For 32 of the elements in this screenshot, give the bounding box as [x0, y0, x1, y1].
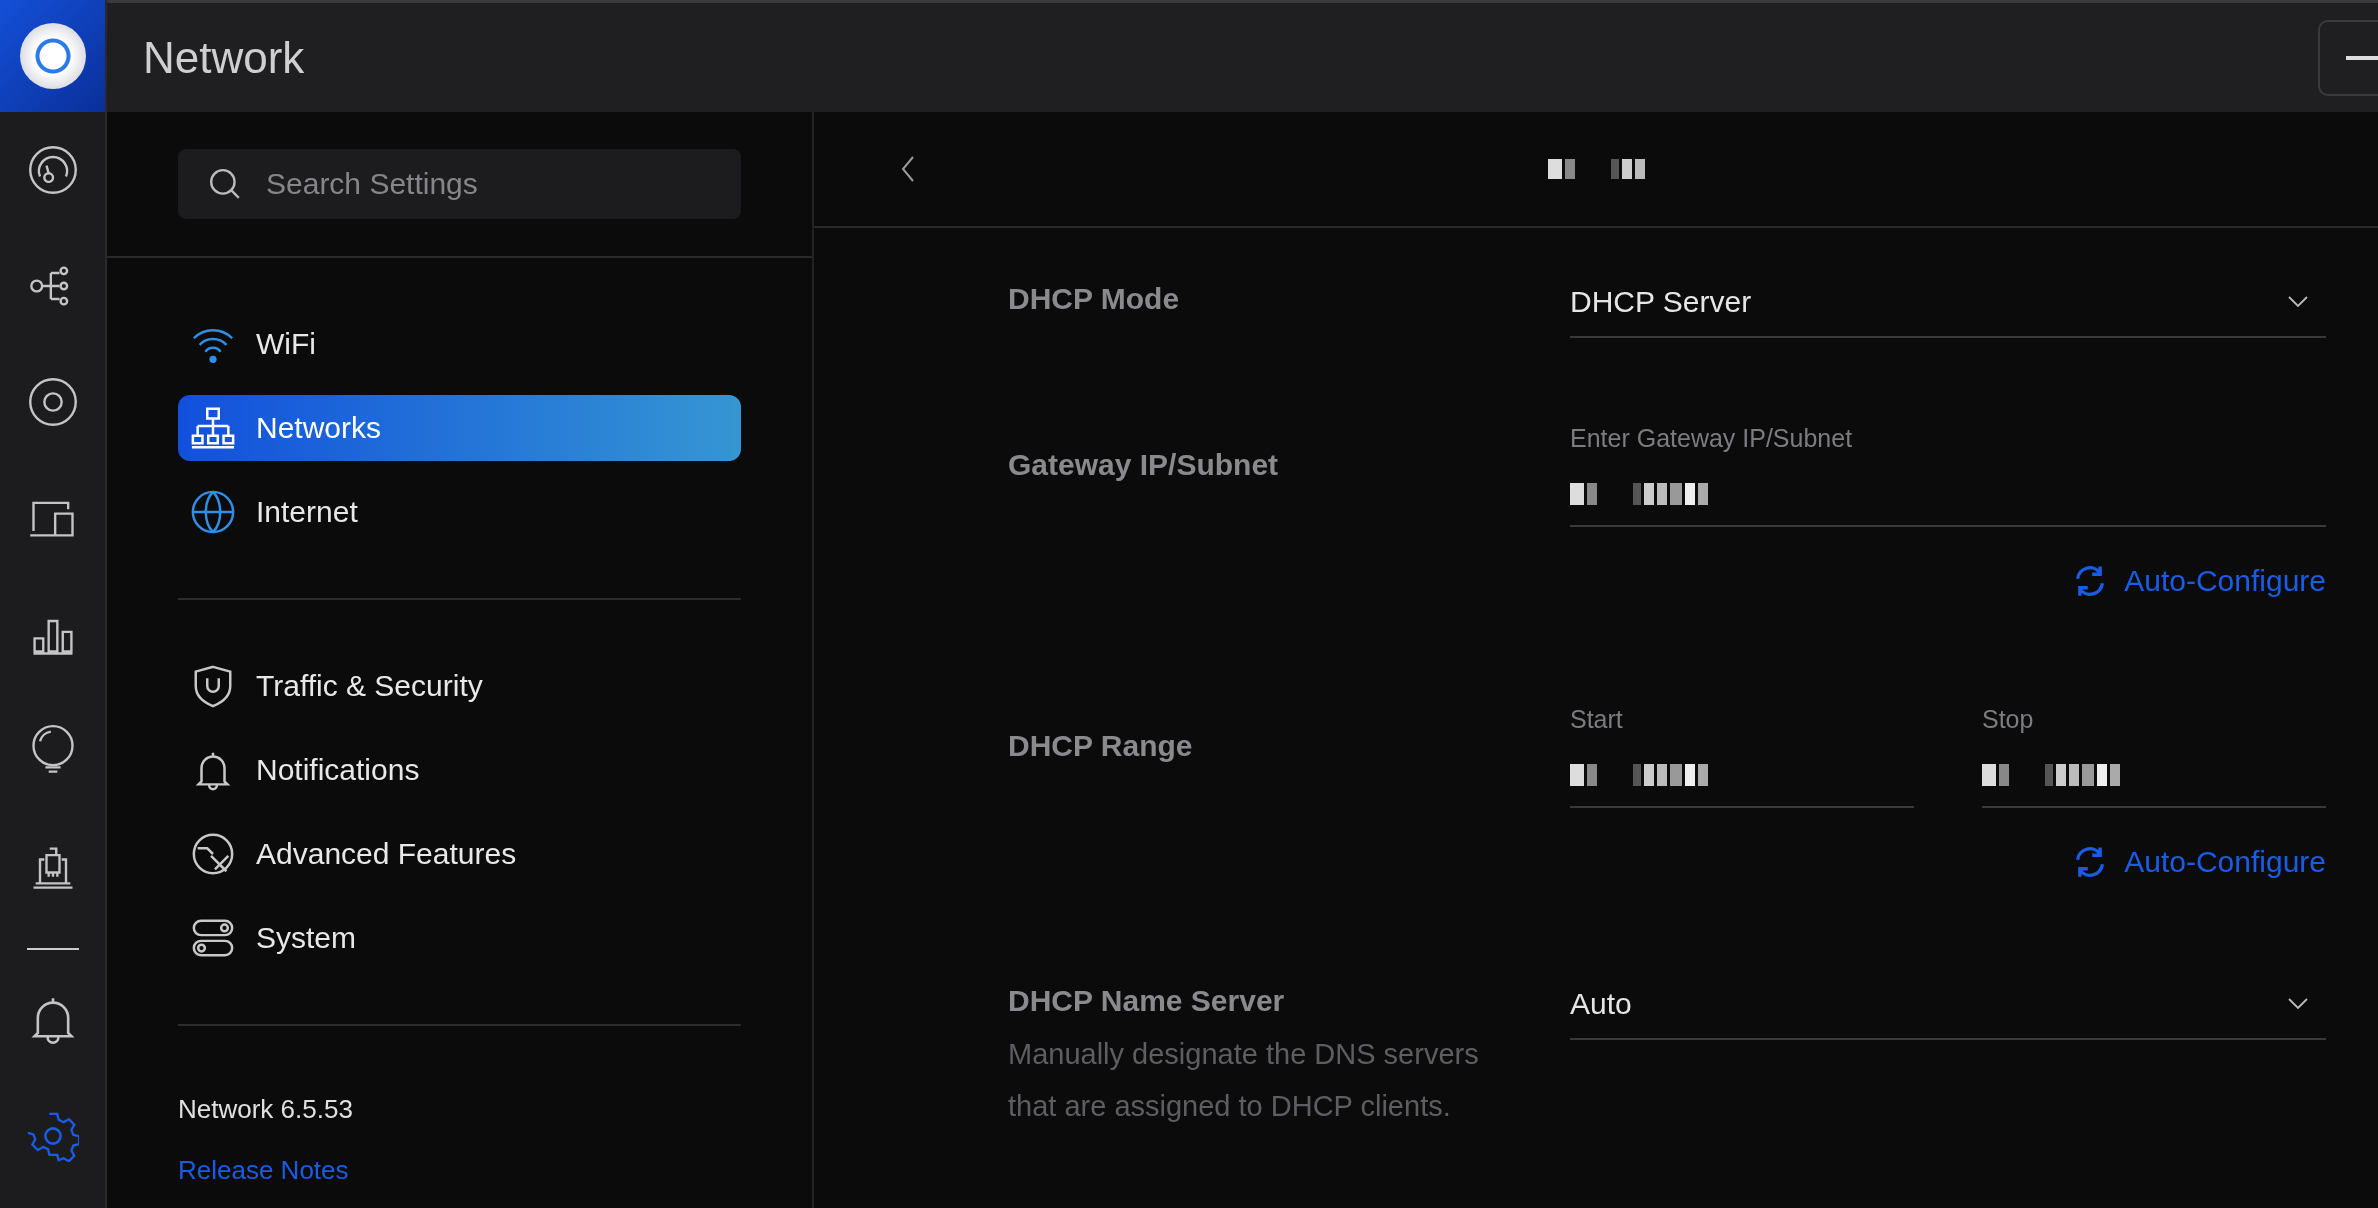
- version-text: Network 6.5.53: [178, 1094, 353, 1125]
- search-icon: [208, 167, 242, 201]
- nav-item[interactable]: Notifications: [178, 737, 741, 803]
- chevron-down-icon: [2288, 998, 2308, 1010]
- nav-item[interactable]: Advanced Features: [178, 821, 741, 887]
- field-label: DHCP Name Server: [1008, 984, 1286, 1018]
- input-field[interactable]: Start: [1570, 705, 1914, 808]
- nav-item[interactable]: System: [178, 905, 741, 971]
- search-field[interactable]: Search Settings: [178, 149, 741, 219]
- nav-item[interactable]: Traffic & Security: [178, 653, 741, 719]
- app-title: Network: [143, 32, 305, 83]
- input-field[interactable]: Stop: [1982, 705, 2326, 808]
- nav-item[interactable]: Networks: [178, 395, 741, 461]
- network-tree-icon: [190, 405, 236, 451]
- field-label: DHCP Range: [1008, 729, 1194, 763]
- app-logo[interactable]: [0, 0, 105, 112]
- dropdown[interactable]: Auto: [1570, 970, 2326, 1040]
- nav-item[interactable]: WiFi: [178, 311, 741, 377]
- field-description: Manually designate the DNS servers that are assigned to DHCP clients.: [1008, 1037, 1480, 1124]
- field-label: DHCP Mode: [1008, 282, 1181, 316]
- globe-icon: [190, 489, 236, 535]
- input-field[interactable]: Enter Gateway IP/Subnet: [1570, 424, 2326, 527]
- menu-button[interactable]: [2318, 19, 2378, 96]
- tools-icon: [190, 831, 236, 877]
- dashboard-icon[interactable]: [26, 144, 79, 196]
- settings-icon[interactable]: [26, 1110, 79, 1162]
- nav-item[interactable]: Internet: [178, 479, 741, 545]
- field-label: Gateway IP/Subnet: [1008, 448, 1280, 482]
- dropdown[interactable]: DHCP Server: [1570, 268, 2326, 338]
- back-chevron-icon[interactable]: [900, 155, 916, 183]
- devices-icon[interactable]: [26, 376, 79, 428]
- chevron-down-icon: [2288, 296, 2308, 308]
